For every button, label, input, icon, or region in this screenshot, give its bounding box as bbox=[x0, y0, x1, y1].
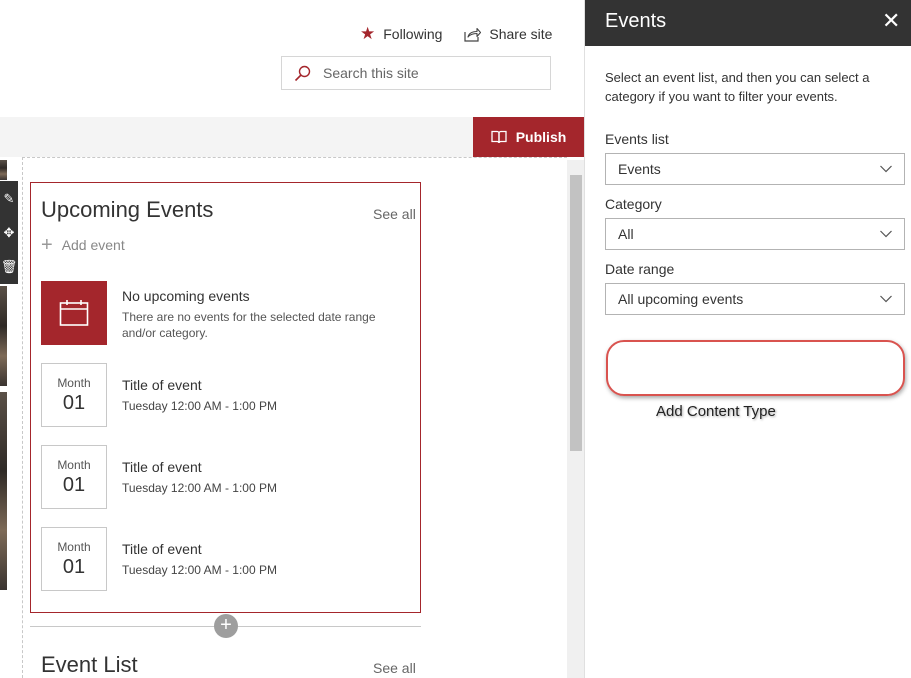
publish-label: Publish bbox=[515, 129, 567, 145]
event-title[interactable]: Title of event bbox=[122, 459, 202, 475]
delete-icon[interactable]: 🗑 bbox=[1, 260, 18, 273]
see-all-link[interactable]: See all bbox=[373, 206, 416, 222]
date-range-label: Date range bbox=[605, 261, 675, 277]
calendar-icon bbox=[59, 300, 89, 326]
event-date-tile: Month 01 bbox=[41, 527, 107, 591]
date-range-dropdown[interactable]: All upcoming events bbox=[605, 283, 905, 315]
event-time: Tuesday 12:00 AM - 1:00 PM bbox=[122, 563, 277, 577]
book-icon bbox=[491, 130, 507, 144]
no-events-title: No upcoming events bbox=[122, 288, 250, 304]
callout-label: Add Content Type bbox=[656, 403, 776, 420]
event-list-see-all-link[interactable]: See all bbox=[373, 660, 416, 676]
share-icon bbox=[464, 27, 482, 42]
no-events-tile bbox=[41, 281, 107, 345]
background-image-strip bbox=[0, 160, 7, 180]
search-input[interactable] bbox=[321, 64, 525, 82]
following-label: Following bbox=[383, 26, 443, 42]
event-date-tile: Month 01 bbox=[41, 363, 107, 427]
event-list-title: Event List bbox=[41, 652, 138, 677]
chevron-down-icon bbox=[880, 230, 892, 238]
publish-button[interactable]: Publish bbox=[473, 117, 584, 157]
add-webpart-button[interactable]: + bbox=[214, 614, 238, 638]
event-month: Month bbox=[57, 376, 91, 390]
add-event-label: Add event bbox=[61, 237, 125, 253]
date-range-value: All upcoming events bbox=[618, 291, 744, 307]
scrollbar-thumb[interactable] bbox=[570, 175, 582, 451]
highlight-callout bbox=[606, 340, 905, 396]
edit-pencil-icon[interactable]: ✎ bbox=[4, 192, 15, 205]
share-site-label: Share site bbox=[489, 26, 553, 42]
property-pane-description: Select an event list, and then you can s… bbox=[605, 70, 870, 104]
add-event-button[interactable]: + Add event bbox=[41, 234, 125, 256]
event-month: Month bbox=[57, 458, 91, 472]
property-pane-border bbox=[584, 0, 585, 678]
following-button[interactable]: ★ Following bbox=[360, 24, 443, 43]
upcoming-events-title: Upcoming Events bbox=[41, 197, 214, 222]
events-list-value: Events bbox=[618, 161, 661, 177]
plus-icon: + bbox=[41, 234, 53, 256]
event-title[interactable]: Title of event bbox=[122, 541, 202, 557]
event-time: Tuesday 12:00 AM - 1:00 PM bbox=[122, 399, 277, 413]
chevron-down-icon bbox=[880, 295, 892, 303]
category-dropdown[interactable]: All bbox=[605, 218, 905, 250]
share-site-button[interactable]: Share site bbox=[464, 26, 552, 42]
site-header-actions: ★ Following Share site bbox=[360, 24, 552, 43]
event-time: Tuesday 12:00 AM - 1:00 PM bbox=[122, 481, 277, 495]
search-icon bbox=[294, 65, 311, 81]
events-list-dropdown[interactable]: Events bbox=[605, 153, 905, 185]
event-day: 01 bbox=[62, 556, 86, 578]
canvas-left-guide bbox=[22, 157, 23, 678]
canvas-top-guide bbox=[22, 157, 567, 158]
star-icon: ★ bbox=[360, 24, 376, 43]
category-value: All bbox=[618, 226, 634, 242]
category-label: Category bbox=[605, 196, 662, 212]
event-day: 01 bbox=[62, 474, 86, 496]
chevron-down-icon bbox=[880, 165, 892, 173]
event-month: Month bbox=[57, 540, 91, 554]
event-title[interactable]: Title of event bbox=[122, 377, 202, 393]
property-pane-title: Events bbox=[605, 10, 667, 32]
events-list-label: Events list bbox=[605, 131, 669, 147]
no-events-description: There are no events for the selected dat… bbox=[122, 310, 376, 340]
event-day: 01 bbox=[62, 392, 86, 414]
close-icon[interactable]: ✕ bbox=[882, 9, 900, 33]
webpart-toolbar: ✎ ✥ 🗑 bbox=[0, 181, 18, 284]
move-icon[interactable]: ✥ bbox=[4, 226, 15, 239]
search-box[interactable] bbox=[281, 56, 551, 90]
background-image-strip bbox=[0, 286, 7, 386]
background-image-strip bbox=[0, 392, 7, 590]
event-date-tile: Month 01 bbox=[41, 445, 107, 509]
